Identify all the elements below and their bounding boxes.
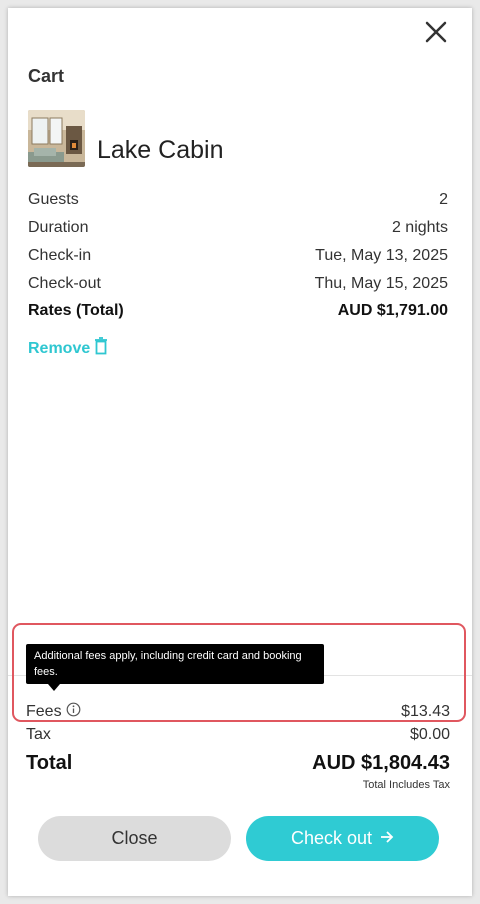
fees-highlight-box: [12, 623, 466, 722]
detail-label: Guests: [28, 191, 79, 208]
detail-row-guests: Guests 2: [28, 188, 448, 212]
total-row: Total AUD $1,804.43: [26, 749, 450, 777]
detail-row-check-in: Check-in Tue, May 13, 2025: [28, 244, 448, 268]
tax-label: Tax: [26, 726, 51, 743]
checkout-button-label: Check out: [290, 828, 373, 848]
checkout-button[interactable]: Check out: [246, 816, 439, 861]
detail-row-duration: Duration 2 nights: [28, 216, 448, 240]
detail-label: Check-in: [28, 247, 92, 264]
detail-value: Thu, May 15, 2025: [314, 275, 448, 292]
arrow-right-icon: [380, 828, 394, 849]
cart-panel: Cart Lake Cabin Guests 2 Duration 2 nigh…: [8, 8, 472, 896]
detail-value: AUD $1,791.00: [337, 302, 448, 319]
property-thumbnail: [28, 110, 85, 167]
detail-value: 2: [439, 191, 448, 208]
tax-row: Tax $0.00: [26, 724, 450, 746]
detail-label: Duration: [28, 219, 89, 236]
cart-title: Cart: [28, 66, 65, 86]
detail-row-check-out: Check-out Thu, May 15, 2025: [28, 272, 448, 296]
close-icon[interactable]: [422, 18, 450, 46]
detail-value: 2 nights: [391, 219, 448, 236]
total-label: Total: [26, 751, 73, 774]
detail-label: Rates (Total): [28, 302, 124, 319]
detail-row-rates-total: Rates (Total) AUD $1,791.00: [28, 299, 448, 323]
detail-value: Tue, May 13, 2025: [315, 247, 448, 264]
trash-icon: [94, 337, 108, 360]
tax-note: Total Includes Tax: [362, 779, 450, 791]
remove-label: Remove: [28, 339, 91, 357]
tax-value: $0.00: [409, 726, 450, 743]
detail-label: Check-out: [28, 275, 101, 292]
close-button[interactable]: Close: [38, 816, 231, 861]
total-value: AUD $1,804.43: [312, 751, 450, 774]
close-button-label: Close: [111, 828, 158, 848]
property-name: Lake Cabin: [97, 136, 224, 164]
remove-button[interactable]: Remove: [28, 337, 108, 360]
